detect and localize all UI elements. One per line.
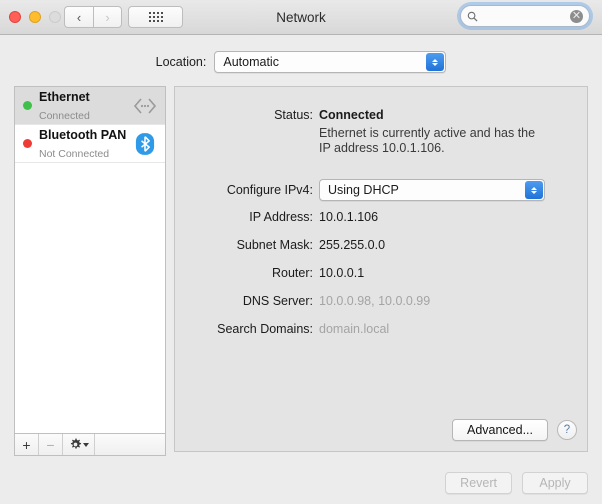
service-status: Not Connected (39, 147, 110, 160)
bluetooth-icon (132, 131, 158, 157)
subnet-mask-row: Subnet Mask: 255.255.0.0 (175, 237, 385, 253)
configure-ipv4-select[interactable]: Using DHCP (319, 179, 545, 201)
revert-button: Revert (445, 472, 512, 494)
window-titlebar: ‹ › Network ✕ (0, 0, 602, 35)
plus-icon: + (22, 436, 31, 453)
navigation-buttons: ‹ › (64, 6, 122, 28)
service-actions-button[interactable] (63, 434, 95, 455)
subnet-mask-value: 255.255.0.0 (319, 238, 386, 252)
search-domains-value: domain.local (319, 322, 390, 336)
window-controls (9, 11, 61, 23)
service-text: Bluetooth PAN Not Connected (39, 126, 132, 162)
minus-icon: − (46, 436, 55, 453)
status-value: Connected (319, 108, 384, 122)
service-detail-panel: Status: Connected Ethernet is currently … (174, 86, 588, 452)
search-input[interactable] (482, 9, 570, 23)
remove-service-button: − (39, 434, 63, 455)
router-row: Router: 10.0.0.1 (175, 265, 364, 281)
configure-ipv4-stepper-icon[interactable] (525, 181, 543, 199)
back-button[interactable]: ‹ (64, 6, 93, 28)
service-text: Ethernet Connected (39, 88, 132, 124)
location-stepper-icon[interactable] (426, 53, 445, 71)
zoom-button (49, 11, 61, 23)
footer-buttons: Revert Apply (445, 472, 588, 494)
chevron-down-icon (82, 442, 89, 447)
dns-server-label: DNS Server: (242, 294, 313, 308)
sidebar-item-ethernet[interactable]: Ethernet Connected (15, 87, 165, 125)
close-button[interactable] (9, 11, 21, 23)
network-services-list[interactable]: Ethernet Connected Bluetooth PAN Not Con… (14, 86, 166, 434)
sidebar-toolbar: + − (14, 434, 166, 456)
location-select[interactable]: Automatic (214, 51, 447, 73)
location-row: Location: Automatic (0, 50, 602, 74)
advanced-button[interactable]: Advanced... (451, 419, 548, 441)
search-field[interactable]: ✕ (460, 5, 590, 27)
status-description-row: Ethernet is currently active and has the… (175, 126, 541, 156)
ip-address-label: IP Address: (249, 210, 313, 224)
subnet-mask-label: Subnet Mask: (236, 238, 313, 252)
ip-address-value: 10.0.1.106 (319, 210, 379, 224)
help-button[interactable]: ? (557, 420, 577, 440)
gear-icon (70, 438, 81, 449)
status-label: Status: (274, 108, 313, 122)
status-badge-connected (23, 101, 32, 110)
search-container: ✕ (457, 2, 593, 30)
search-domains-label: Search Domains: (217, 322, 313, 336)
toolbar-filler (95, 434, 165, 455)
sidebar-item-bluetooth-pan[interactable]: Bluetooth PAN Not Connected (15, 125, 165, 163)
search-domains-row: Search Domains: domain.local (175, 321, 389, 337)
router-label: Router: (272, 266, 313, 280)
service-name: Ethernet (39, 89, 90, 104)
ip-address-row: IP Address: 10.0.1.106 (175, 209, 378, 225)
dns-server-row: DNS Server: 10.0.0.98, 10.0.0.99 (175, 293, 430, 309)
network-preferences-window: ‹ › Network ✕ Location: Automatic Ethern… (0, 0, 602, 504)
status-badge-disconnected (23, 139, 32, 148)
search-icon (467, 11, 478, 22)
location-selected-value: Automatic (223, 55, 279, 69)
show-all-button[interactable] (128, 6, 183, 28)
status-description: Ethernet is currently active and has the… (319, 126, 536, 155)
grid-icon (148, 12, 163, 22)
location-label: Location: (155, 55, 207, 69)
advanced-row: Advanced... ? (451, 419, 577, 441)
configure-ipv4-label: Configure IPv4: (226, 183, 313, 197)
ethernet-icon (132, 93, 158, 119)
configure-ipv4-value: Using DHCP (328, 183, 399, 197)
clear-icon[interactable]: ✕ (570, 9, 583, 23)
dns-server-value: 10.0.0.98, 10.0.0.99 (319, 294, 431, 308)
apply-button: Apply (522, 472, 588, 494)
forward-button: › (93, 6, 122, 28)
configure-ipv4-row: Configure IPv4: Using DHCP (175, 179, 545, 201)
minimize-button[interactable] (29, 11, 41, 23)
status-row: Status: Connected (175, 107, 384, 123)
add-service-button[interactable]: + (15, 434, 39, 455)
chevron-left-icon: ‹ (76, 9, 82, 25)
chevron-right-icon: › (105, 9, 110, 25)
service-status: Connected (39, 109, 90, 122)
router-value: 10.0.0.1 (319, 266, 365, 280)
service-name: Bluetooth PAN (39, 127, 127, 142)
